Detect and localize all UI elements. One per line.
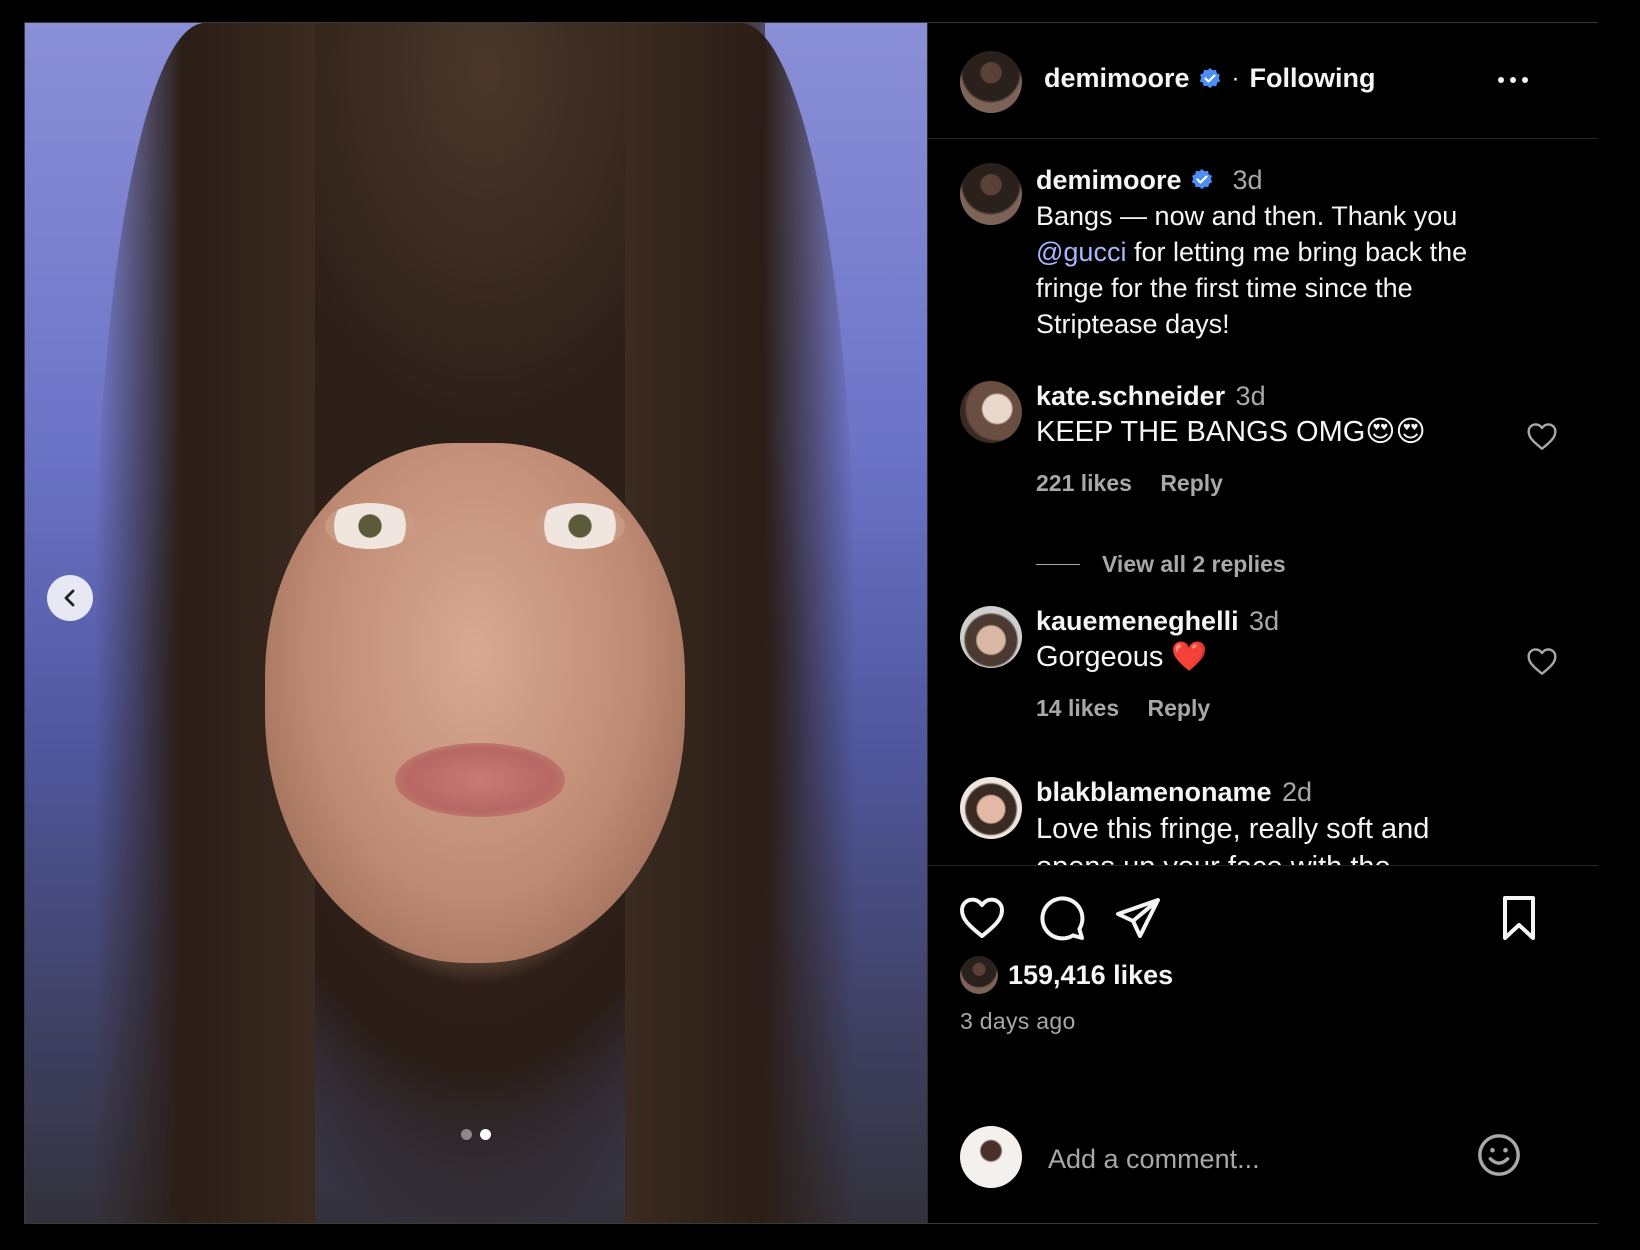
caption-username[interactable]: demimoore <box>1036 165 1182 195</box>
liker-avatar <box>960 956 998 994</box>
comment-likes-count[interactable]: 14 likes <box>1036 695 1119 721</box>
comment-time: 3d <box>1235 381 1266 411</box>
comment-text: Gorgeous ❤️ <box>1036 641 1208 673</box>
caption-text: Bangs — now and then. Thank you @gucci f… <box>1036 198 1502 342</box>
media-eye-right <box>535 503 625 549</box>
caption-time: 3d <box>1232 165 1263 195</box>
comment-meta: 221 likes Reply <box>1036 470 1502 497</box>
reply-button[interactable]: Reply <box>1160 470 1223 496</box>
media-eye-left <box>325 503 415 549</box>
bookmark-icon <box>1503 896 1535 940</box>
share-button[interactable] <box>1114 894 1162 947</box>
comment-text: Love this fringe, really soft and opens … <box>1036 813 1430 865</box>
comment-like-button[interactable] <box>1526 421 1558 456</box>
comment-username[interactable]: blakblamenoname <box>1036 777 1272 807</box>
commenter-avatar[interactable] <box>960 777 1022 839</box>
heart-icon <box>960 897 1004 938</box>
commenter-avatar[interactable] <box>960 606 1022 668</box>
more-options-button[interactable] <box>1496 68 1530 97</box>
post-timestamp[interactable]: 3 days ago <box>960 1008 1076 1035</box>
following-button[interactable]: Following <box>1250 63 1376 94</box>
view-replies-button[interactable]: View all 2 replies <box>1036 551 1286 578</box>
current-user-avatar <box>960 1126 1022 1188</box>
likes-summary[interactable]: 159,416 likes <box>960 956 1173 994</box>
likes-count[interactable]: 159,416 likes <box>1008 960 1173 991</box>
comment-likes-count[interactable]: 221 likes <box>1036 470 1132 496</box>
emoji-button[interactable] <box>1476 1132 1522 1183</box>
comment-meta: 14 likes Reply <box>1036 695 1502 722</box>
send-icon <box>1116 898 1160 938</box>
comment-body: blakblamenoname 2d Love this fringe, rea… <box>1036 777 1502 865</box>
comment-text: KEEP THE BANGS OMG😍😍 <box>1036 416 1426 448</box>
caption-body: demimoore 3d Bangs — now and then. Thank… <box>1036 165 1502 342</box>
header-title-row: demimoore · Following <box>1044 63 1376 94</box>
carousel-prev-button[interactable] <box>47 575 93 621</box>
heart-outline-icon <box>1527 423 1557 450</box>
add-comment-bar <box>928 1116 1598 1216</box>
comment-body: kate.schneider 3d KEEP THE BANGS OMG😍😍 2… <box>1036 381 1502 497</box>
header-separator: · <box>1231 64 1240 92</box>
comment-body: kauemeneghelli 3d Gorgeous ❤️ 14 likes R… <box>1036 606 1502 722</box>
verified-badge-icon <box>1199 67 1220 88</box>
save-button[interactable] <box>1498 894 1540 947</box>
post-actions: 159,416 likes 3 days ago <box>928 865 1598 1226</box>
media-face <box>265 443 685 963</box>
comment-bubble-icon <box>1040 896 1085 941</box>
comment-time: 3d <box>1249 606 1280 636</box>
heart-outline-icon <box>1527 648 1557 675</box>
carousel-indicator <box>461 1129 491 1140</box>
commenter-avatar[interactable] <box>960 381 1022 443</box>
verified-badge-icon <box>1191 169 1213 190</box>
comments-list[interactable]: demimoore 3d Bangs — now and then. Thank… <box>928 139 1598 865</box>
comment-username[interactable]: kate.schneider <box>1036 381 1225 411</box>
more-horizontal-icon <box>1498 77 1528 83</box>
comment-button[interactable] <box>1038 894 1086 947</box>
author-username[interactable]: demimoore <box>1044 63 1190 94</box>
reply-button[interactable]: Reply <box>1148 695 1211 721</box>
mention-link[interactable]: @gucci <box>1036 237 1126 267</box>
author-avatar[interactable] <box>960 51 1022 113</box>
like-button[interactable] <box>958 894 1006 945</box>
add-comment-input[interactable] <box>1046 1136 1470 1182</box>
carousel-dot <box>461 1129 472 1140</box>
chevron-left-icon <box>64 589 75 607</box>
media-lips <box>395 743 565 817</box>
post-side-panel: demimoore · Following demimoore 3d Bangs… <box>927 23 1598 1223</box>
emoji-smile-icon <box>1478 1134 1520 1176</box>
caption-text-part1: Bangs — now and then. Thank you <box>1036 201 1458 231</box>
carousel-dot-active <box>480 1129 491 1140</box>
view-replies-label: View all 2 replies <box>1102 551 1286 577</box>
comment-like-button[interactable] <box>1526 646 1558 681</box>
caption-avatar[interactable] <box>960 163 1022 225</box>
post-media-image[interactable] <box>25 23 927 1223</box>
comment-time: 2d <box>1282 777 1313 807</box>
replies-line <box>1036 564 1080 565</box>
comment-username[interactable]: kauemeneghelli <box>1036 606 1239 636</box>
post-header: demimoore · Following <box>928 23 1598 139</box>
post-dialog: demimoore · Following demimoore 3d Bangs… <box>24 22 1598 1224</box>
